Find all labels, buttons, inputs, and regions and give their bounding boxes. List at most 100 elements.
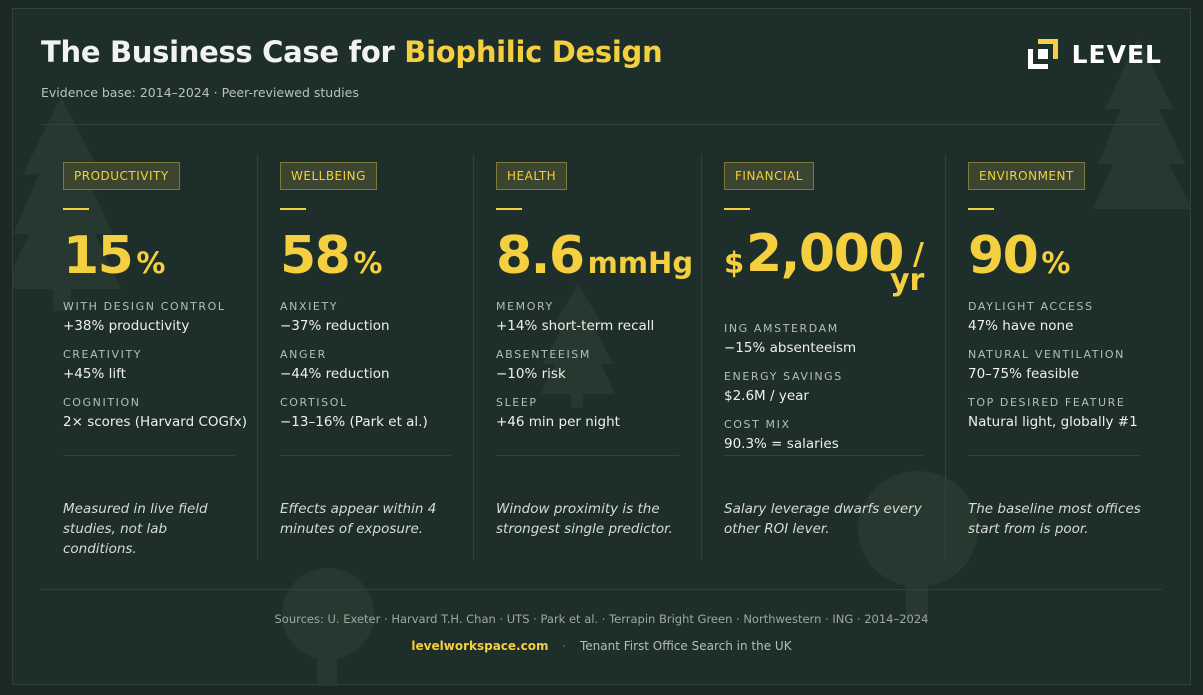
column-note: The baseline most offices start from is …	[968, 501, 1141, 537]
headline-number: 8.6	[496, 226, 585, 286]
stat-label: DAYLIGHT ACCESS	[968, 300, 1094, 313]
page-title: The Business Case for Biophilic Design	[41, 35, 663, 69]
stat-list: WITH DESIGN CONTROL +38% productivity CR…	[63, 300, 247, 430]
brand-logo[interactable]: LEVEL	[1026, 37, 1162, 71]
stat-value: 2× scores (Harvard COGfx)	[63, 414, 247, 430]
stat-label: ING AMSTERDAM	[724, 322, 839, 335]
category-badge: HEALTH	[496, 162, 568, 190]
column-divider	[724, 455, 923, 456]
footer-tagline: Tenant First Office Search in the UK	[579, 639, 792, 653]
stat-item: MEMORY +14% short-term recall	[496, 300, 679, 334]
footer-divider	[41, 589, 1162, 590]
infographic-card: The Business Case for Biophilic Design E…	[12, 8, 1192, 686]
stat-value: $2.6M / year	[724, 388, 809, 404]
headline-unit: %	[353, 246, 383, 280]
website-link[interactable]: levelworkspace.com	[411, 639, 548, 653]
column-productivity: PRODUCTIVITY 15 % WITH DESIGN CONTROL +3…	[41, 154, 258, 560]
column-divider	[280, 455, 451, 456]
headline-prefix: $	[724, 246, 745, 280]
stat-item: ABSENTEEISM −10% risk	[496, 348, 679, 382]
category-badge: ENVIRONMENT	[968, 162, 1085, 190]
accent-dash	[63, 208, 89, 210]
stat-columns: PRODUCTIVITY 15 % WITH DESIGN CONTROL +3…	[41, 154, 1163, 560]
stat-value: −15% absenteeism	[724, 340, 857, 356]
headline-number: 58	[280, 226, 351, 286]
logo-text: LEVEL	[1071, 39, 1162, 69]
headline-number: 2,000	[746, 224, 904, 284]
stat-label: WITH DESIGN CONTROL	[63, 300, 226, 313]
column-environment: ENVIRONMENT 90 % DAYLIGHT ACCESS 47% hav…	[946, 154, 1163, 560]
accent-dash	[280, 208, 306, 210]
column-health: HEALTH 8.6 mmHg MEMORY +14% short-term r…	[474, 154, 702, 560]
title-accent: Biophilic Design	[404, 35, 663, 69]
stat-label: TOP DESIRED FEATURE	[968, 396, 1126, 409]
column-note: Window proximity is the strongest single…	[496, 501, 673, 537]
stat-item: NATURAL VENTILATION 70–75% feasible	[968, 348, 1141, 382]
stat-value: +38% productivity	[63, 318, 190, 334]
headline-figure: 90 %	[968, 226, 1141, 286]
column-divider	[63, 455, 235, 456]
headline-unit: / yr	[890, 237, 925, 298]
stat-value: Natural light, globally #1	[968, 414, 1138, 430]
column-divider	[496, 455, 679, 456]
stat-label: ANXIETY	[280, 300, 339, 313]
sources-line: Sources: U. Exeter · Harvard T.H. Chan ·…	[274, 612, 929, 626]
headline-number: 15	[63, 226, 134, 286]
column-divider	[968, 455, 1141, 456]
footer-separator: ·	[562, 639, 567, 653]
headline-unit: mmHg	[587, 246, 694, 280]
stat-label: SLEEP	[496, 396, 538, 409]
stat-item: COST MIX 90.3% = salaries	[724, 418, 923, 452]
stat-label: COGNITION	[63, 396, 141, 409]
stat-label: ABSENTEEISM	[496, 348, 591, 361]
stat-value: −13–16% (Park et al.)	[280, 414, 428, 430]
stat-item: ANGER −44% reduction	[280, 348, 451, 382]
headline-figure: 58 %	[280, 226, 451, 286]
stat-item: WITH DESIGN CONTROL +38% productivity	[63, 300, 235, 334]
category-badge: FINANCIAL	[724, 162, 814, 190]
level-logo-icon	[1027, 39, 1058, 69]
accent-dash	[724, 208, 750, 210]
stat-list: ING AMSTERDAM −15% absenteeism ENERGY SA…	[724, 322, 923, 452]
headline-figure: $ 2,000 / yr	[724, 224, 925, 314]
stat-value: −10% risk	[496, 366, 566, 382]
column-note: Measured in live field studies, not lab …	[63, 501, 208, 557]
stat-item: SLEEP +46 min per night	[496, 396, 679, 430]
accent-dash	[496, 208, 522, 210]
stat-item: ING AMSTERDAM −15% absenteeism	[724, 322, 923, 356]
headline-figure: 8.6 mmHg	[496, 226, 693, 286]
title-prefix: The Business Case for	[41, 35, 395, 69]
stat-item: TOP DESIRED FEATURE Natural light, globa…	[968, 396, 1141, 430]
stat-list: DAYLIGHT ACCESS 47% have none NATURAL VE…	[968, 300, 1141, 430]
stat-list: ANXIETY −37% reduction ANGER −44% reduct…	[280, 300, 451, 430]
stat-label: NATURAL VENTILATION	[968, 348, 1125, 361]
stat-item: CREATIVITY +45% lift	[63, 348, 235, 382]
stat-item: DAYLIGHT ACCESS 47% have none	[968, 300, 1141, 334]
headline-figure: 15 %	[63, 226, 235, 286]
stat-value: +45% lift	[63, 366, 126, 382]
stat-label: MEMORY	[496, 300, 554, 313]
stat-value: 70–75% feasible	[968, 366, 1079, 382]
headline-unit: %	[1041, 246, 1071, 280]
stat-item: COGNITION 2× scores (Harvard COGfx)	[63, 396, 247, 430]
column-note: Effects appear within 4 minutes of expos…	[280, 501, 437, 537]
headline-number: 90	[968, 226, 1039, 286]
header-divider	[41, 124, 1162, 125]
stat-value: +14% short-term recall	[496, 318, 655, 334]
stat-label: ANGER	[280, 348, 327, 361]
stat-item: ANXIETY −37% reduction	[280, 300, 451, 334]
column-wellbeing: WELLBEING 58 % ANXIETY −37% reduction AN…	[258, 154, 474, 560]
category-badge: PRODUCTIVITY	[63, 162, 180, 190]
stat-item: ENERGY SAVINGS $2.6M / year	[724, 370, 923, 404]
column-financial: FINANCIAL $ 2,000 / yr ING AMSTERDAM −15…	[702, 154, 946, 560]
stat-value: +46 min per night	[496, 414, 620, 430]
stat-value: 47% have none	[968, 318, 1074, 334]
headline-unit: %	[136, 246, 166, 280]
category-badge: WELLBEING	[280, 162, 377, 190]
stat-label: CORTISOL	[280, 396, 348, 409]
footer-line: levelworkspace.com · Tenant First Office…	[13, 639, 1190, 653]
stat-label: COST MIX	[724, 418, 791, 431]
stat-label: ENERGY SAVINGS	[724, 370, 843, 383]
stat-list: MEMORY +14% short-term recall ABSENTEEIS…	[496, 300, 679, 430]
stat-label: CREATIVITY	[63, 348, 143, 361]
